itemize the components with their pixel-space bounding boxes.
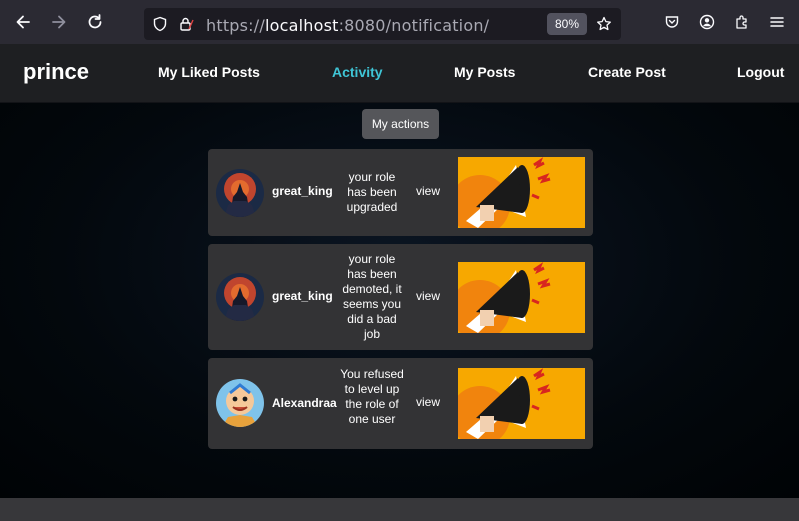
view-link[interactable]: view [416,184,440,198]
brand-logo[interactable]: prince [23,59,89,85]
username[interactable]: Alexandraa [272,396,337,410]
user-avatar[interactable] [216,273,264,321]
username[interactable]: great_king [272,184,333,198]
extensions-icon[interactable] [732,12,752,32]
nav-link-create-post[interactable]: Create Post [588,64,666,80]
url-host: localhost [264,16,339,35]
megaphone-image [458,157,585,228]
browser-toolbar: https://localhost:8080/notification/ 80% [0,0,799,44]
url-path: :8080/notification/ [338,16,490,35]
tooltip: My actions [362,109,439,139]
lock-icon[interactable] [178,16,194,32]
notification-message: your role has been demoted, it seems you… [342,252,402,341]
username[interactable]: great_king [272,289,333,303]
address-bar[interactable]: https://localhost:8080/notification/ 80% [144,8,621,40]
user-avatar[interactable] [216,169,264,217]
nav-link-my-posts[interactable]: My Posts [454,64,515,80]
notification-card: Alexandraa You refused to level up the r… [208,358,593,449]
url-scheme: https:// [206,16,265,35]
reload-icon[interactable] [85,12,105,32]
megaphone-image [458,368,585,439]
notification-message: your role has been upgraded [346,170,398,214]
nav-link-activity[interactable]: Activity [332,64,383,80]
page-footer [0,498,799,521]
nav-link-liked-posts[interactable]: My Liked Posts [158,64,260,80]
notification-message: You refused to level up the role of one … [340,367,404,426]
url-text: https://localhost:8080/notification/ [206,16,489,35]
megaphone-image [458,262,585,333]
notifications-page: My actions great_king your role has been… [0,103,799,498]
zoom-badge[interactable]: 80% [547,13,587,35]
shield-icon[interactable] [152,16,168,32]
nav-link-logout[interactable]: Logout [737,64,784,80]
forward-arrow-icon[interactable] [49,12,69,32]
user-avatar[interactable] [216,379,264,427]
notification-card: great_king your role has been upgraded v… [208,149,593,236]
account-icon[interactable] [697,12,717,32]
back-arrow-icon[interactable] [13,12,33,32]
pocket-icon[interactable] [662,12,682,32]
view-link[interactable]: view [416,395,440,409]
notification-card: great_king your role has been demoted, i… [208,244,593,350]
star-icon[interactable] [596,16,612,32]
menu-icon[interactable] [767,12,787,32]
view-link[interactable]: view [416,289,440,303]
app-navbar: prince My Liked Posts Activity My Posts … [0,44,799,103]
